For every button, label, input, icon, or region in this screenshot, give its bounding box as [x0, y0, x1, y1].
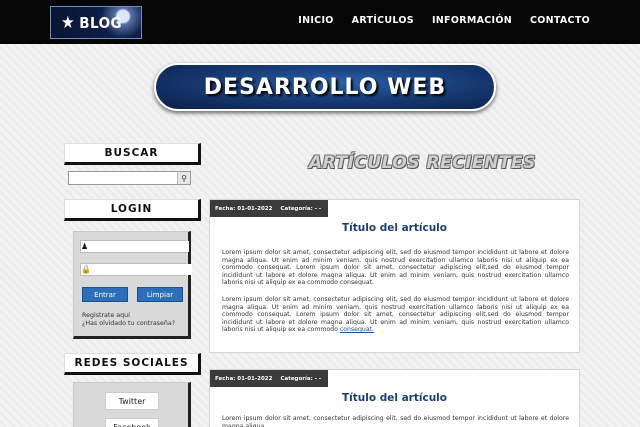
article-title[interactable]: Título del artículo — [210, 222, 579, 234]
search-input[interactable] — [69, 172, 177, 184]
username-input[interactable] — [88, 241, 190, 252]
article-category: Categoría: - - — [280, 375, 322, 382]
blog-logo[interactable]: ★ BLOG — [50, 6, 142, 39]
article-body: Lorem ipsum dolor sit amet, consectetur … — [222, 415, 569, 427]
search-box: ⚲ — [68, 171, 191, 185]
username-field[interactable]: ♟ — [80, 240, 190, 253]
nav-item-contacto[interactable]: CONTACTO — [530, 15, 590, 26]
top-nav-bar: ★ BLOG INICIO ARTÍCULOS INFORMACIÓN CONT… — [0, 0, 640, 44]
main-nav: INICIO ARTÍCULOS INFORMACIÓN CONTACTO — [298, 15, 590, 26]
article-body: Lorem ipsum dolor sit amet, consectetur … — [222, 249, 569, 334]
article-paragraph: Lorem ipsum dolor sit amet, consectetur … — [222, 249, 569, 287]
clear-button[interactable]: Limpiar — [137, 287, 183, 302]
article-paragraph-text: Lorem ipsum dolor sit amet, consectetur … — [222, 295, 569, 334]
twitter-button[interactable]: Twitter — [105, 392, 159, 410]
article-link[interactable]: consequat. — [340, 326, 374, 333]
section-title: ARTÍCULOS RECIENTES — [309, 153, 536, 173]
login-links: Registrate aquí ¿Has olvidado tu contras… — [82, 312, 175, 328]
search-icon[interactable]: ⚲ — [177, 172, 190, 184]
lock-icon: 🔒 — [81, 265, 91, 274]
login-section-title: LOGIN — [64, 199, 201, 221]
article-date: Fecha: 01-01-2022 — [215, 375, 273, 382]
nav-item-articulos[interactable]: ARTÍCULOS — [352, 15, 414, 26]
hero-banner: DESARROLLO WEB — [154, 63, 496, 111]
article-meta: Fecha: 01-01-2022 Categoría: - - — [210, 200, 328, 217]
facebook-button[interactable]: Facebook — [105, 418, 159, 427]
article-date: Fecha: 01-01-2022 — [215, 205, 273, 212]
article-card: Fecha: 01-01-2022 Categoría: - - Título … — [209, 369, 580, 427]
article-card: Fecha: 01-01-2022 Categoría: - - Título … — [209, 199, 580, 353]
social-section-title: REDES SOCIALES — [64, 353, 201, 375]
article-paragraph: Lorem ipsum dolor sit amet, consectetur … — [222, 296, 569, 334]
search-section-title: BUSCAR — [64, 143, 201, 165]
login-button[interactable]: Entrar — [82, 287, 128, 302]
social-panel: Twitter Facebook — [73, 382, 191, 427]
nav-item-informacion[interactable]: INFORMACIÓN — [432, 15, 512, 26]
password-input[interactable] — [90, 264, 192, 275]
article-meta: Fecha: 01-01-2022 Categoría: - - — [210, 370, 328, 387]
register-link[interactable]: Registrate aquí — [82, 312, 175, 320]
article-paragraph: Lorem ipsum dolor sit amet, consectetur … — [222, 415, 569, 427]
nav-item-inicio[interactable]: INICIO — [298, 15, 333, 26]
star-icon: ★ — [61, 12, 76, 33]
user-icon: ♟ — [81, 242, 89, 251]
password-field[interactable]: 🔒 — [80, 263, 192, 276]
logo-text: BLOG — [79, 13, 123, 32]
forgot-password-link[interactable]: ¿Has olvidado tu contraseña? — [82, 320, 175, 328]
login-panel: ♟ 🔒 Entrar Limpiar Registrate aquí ¿Has … — [73, 231, 192, 339]
article-title[interactable]: Título del artículo — [210, 392, 579, 404]
article-category: Categoría: - - — [280, 205, 322, 212]
